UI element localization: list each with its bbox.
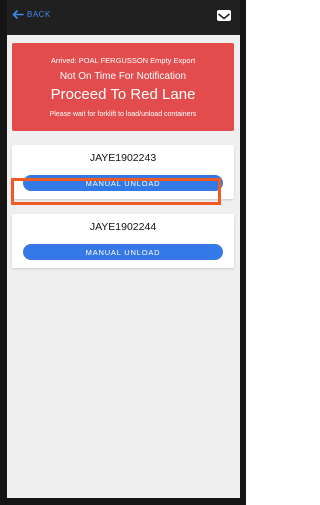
phone-screen: BACK Arrived: POAL FERGUSSON Empty Expor… bbox=[0, 0, 246, 505]
container-number: JAYE1902244 bbox=[89, 221, 157, 233]
back-button[interactable]: BACK bbox=[12, 10, 51, 19]
back-label: BACK bbox=[27, 10, 51, 19]
main-content: Arrived: POAL FERGUSSON Empty Export Not… bbox=[7, 35, 240, 498]
manual-unload-button[interactable]: MANUAL UNLOAD bbox=[23, 244, 223, 260]
mail-icon[interactable] bbox=[217, 10, 231, 21]
container-number: JAYE1902243 bbox=[89, 152, 157, 164]
container-card: JAYE1902244 MANUAL UNLOAD bbox=[12, 214, 234, 268]
arrow-left-icon bbox=[12, 10, 24, 19]
device-frame-left bbox=[0, 0, 7, 505]
lane-instruction: Proceed To Red Lane bbox=[50, 86, 196, 103]
notification-status: Not On Time For Notification bbox=[59, 71, 187, 82]
forklift-instruction: Please wait for forklift to load/unload … bbox=[49, 111, 197, 118]
status-alert: Arrived: POAL FERGUSSON Empty Export Not… bbox=[12, 43, 234, 131]
device-frame-bottom bbox=[0, 498, 246, 505]
top-bar: BACK bbox=[7, 0, 240, 35]
device-frame-right bbox=[240, 0, 246, 505]
highlight-box bbox=[11, 178, 221, 205]
arrival-text: Arrived: POAL FERGUSSON Empty Export bbox=[50, 56, 196, 65]
